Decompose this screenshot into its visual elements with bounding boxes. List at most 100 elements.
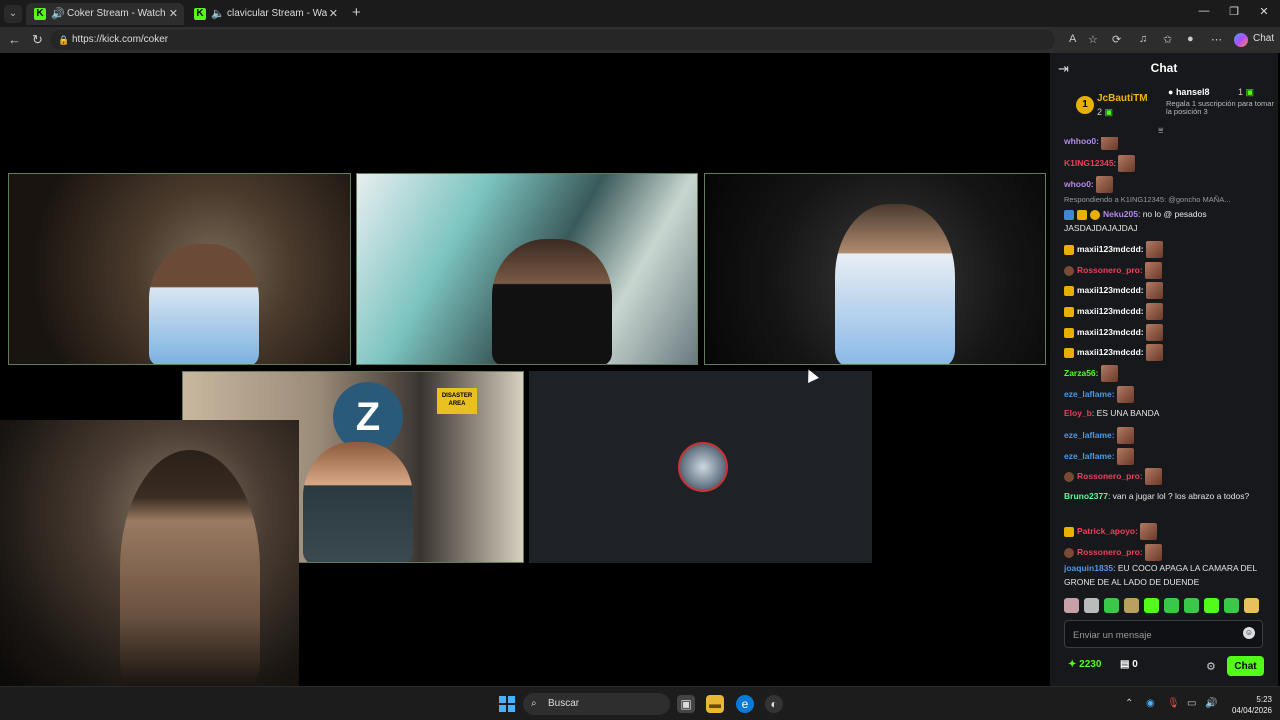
emote-icon bbox=[1144, 262, 1162, 279]
minimize-icon[interactable]: — bbox=[1189, 5, 1219, 17]
badge-icon bbox=[1064, 547, 1074, 558]
windows-start-icon[interactable] bbox=[499, 696, 515, 712]
profile-avatar-icon[interactable]: ● bbox=[1187, 33, 1194, 45]
emote-icon[interactable] bbox=[1244, 598, 1259, 613]
medal-badge-icon bbox=[1090, 209, 1100, 220]
system-clock[interactable]: 5:23 04/04/2026 bbox=[1226, 694, 1272, 716]
extensions-icon[interactable]: ⟳ bbox=[1112, 33, 1121, 46]
emote-icon bbox=[1116, 386, 1134, 403]
quick-emote-bar bbox=[1064, 598, 1269, 616]
chat-message: Bruno2377: van a jugar lol ? los abrazo … bbox=[1064, 491, 1250, 501]
emote-icon bbox=[1116, 448, 1134, 465]
crown-badge-icon bbox=[1064, 347, 1074, 358]
chat-message: eze_laflame: bbox=[1064, 386, 1269, 403]
crown-badge-icon bbox=[1064, 526, 1074, 537]
leader-name[interactable]: JcBautiTM bbox=[1097, 93, 1148, 104]
streamer-figure bbox=[492, 239, 612, 364]
emote-icon[interactable] bbox=[1204, 598, 1219, 613]
crown-badge-icon bbox=[1064, 244, 1074, 255]
chat-message: Rossonero_pro: bbox=[1064, 468, 1269, 485]
badge-icon bbox=[1064, 209, 1074, 220]
tab-bar: ⌄ K 🔊 Coker Stream - Watch Live on Kick … bbox=[0, 0, 1280, 27]
channel-points[interactable]: ✦ 2230 bbox=[1068, 659, 1101, 670]
badge-icon bbox=[1064, 265, 1074, 276]
emote-icon bbox=[1144, 544, 1162, 561]
emoji-icon[interactable]: ☺ bbox=[1243, 627, 1255, 639]
streamer-facecam bbox=[0, 420, 299, 686]
emote-icon bbox=[1139, 523, 1157, 540]
filter-icon[interactable]: ⩸ bbox=[1158, 125, 1163, 136]
address-bar-row: ← ↻ 🔒 https://kick.com/coker A ☆ ⟳ ♫ ✩ ●… bbox=[0, 27, 1280, 53]
restore-icon[interactable]: ❐ bbox=[1219, 5, 1249, 18]
camera-feed-2 bbox=[356, 173, 698, 365]
network-app-icon[interactable]: ◉ bbox=[1146, 698, 1155, 709]
media-icon[interactable]: ♫ bbox=[1139, 33, 1147, 45]
chat-message: whoo0: bbox=[1064, 176, 1269, 193]
second-name[interactable]: ● hansel8 bbox=[1168, 87, 1209, 97]
back-icon[interactable]: ← bbox=[8, 32, 21, 47]
show-hidden-icons-icon[interactable]: ⌃ bbox=[1125, 698, 1133, 709]
emote-icon[interactable] bbox=[1224, 598, 1239, 613]
file-explorer-icon[interactable]: ▬ bbox=[706, 695, 724, 713]
volume-icon[interactable]: 🔊 bbox=[1205, 698, 1217, 709]
emote-icon[interactable] bbox=[1124, 598, 1139, 613]
send-chat-button[interactable]: Chat bbox=[1227, 656, 1264, 676]
reply-context: Respondiendo a K1ING12345: @goncho MAÑA.… bbox=[1064, 195, 1231, 204]
emote-icon[interactable] bbox=[1104, 598, 1119, 613]
favorites-icon[interactable]: ✩ bbox=[1163, 33, 1172, 46]
read-aloud-icon[interactable]: A bbox=[1069, 33, 1076, 45]
new-tab-icon[interactable]: + bbox=[352, 4, 361, 21]
clock-date: 04/04/2026 bbox=[1231, 706, 1272, 715]
task-view-icon[interactable]: ▣ bbox=[677, 695, 695, 713]
copilot-icon[interactable] bbox=[1234, 33, 1248, 47]
chat-message: Rossonero_pro: bbox=[1064, 262, 1269, 279]
chat-message: Patrick_apoyo: bbox=[1064, 523, 1269, 540]
camera-feed-1 bbox=[8, 173, 351, 365]
emote-icon[interactable] bbox=[1084, 598, 1099, 613]
emote-icon bbox=[1145, 344, 1163, 361]
emote-icon[interactable] bbox=[1144, 598, 1159, 613]
tab-coker[interactable]: K 🔊 Coker Stream - Watch Live on Kick ✕ bbox=[26, 3, 184, 25]
taskbar-search[interactable]: ⌕ Buscar bbox=[523, 693, 670, 715]
close-tab-icon[interactable]: ✕ bbox=[169, 3, 178, 25]
streamer-figure bbox=[835, 204, 955, 364]
app-icon[interactable]: ◐ bbox=[765, 695, 783, 713]
emote-icon bbox=[1145, 241, 1163, 258]
emote-icon bbox=[1145, 324, 1163, 341]
kick-favicon-icon: K bbox=[194, 8, 206, 20]
url-field[interactable]: 🔒 https://kick.com/coker bbox=[50, 30, 1055, 50]
emote-icon[interactable] bbox=[1164, 598, 1179, 613]
refresh-icon[interactable]: ↻ bbox=[32, 32, 43, 48]
leader-count: 2 ▣ bbox=[1097, 107, 1114, 117]
emote-icon[interactable] bbox=[1184, 598, 1199, 613]
edge-browser-icon[interactable]: e bbox=[736, 695, 754, 713]
chat-input-box[interactable]: ☺ bbox=[1064, 620, 1263, 648]
lock-icon[interactable]: 🔒 bbox=[58, 30, 69, 50]
streamer-figure bbox=[303, 442, 413, 562]
chat-message: maxii123mdcdd: bbox=[1064, 303, 1269, 320]
speaker-muted-icon[interactable]: 🔈 bbox=[211, 3, 225, 25]
speaker-icon[interactable]: 🔊 bbox=[51, 3, 65, 25]
chat-message: maxii123mdcdd: bbox=[1064, 282, 1269, 299]
copilot-chat-label[interactable]: Chat bbox=[1253, 33, 1274, 44]
emote-icon bbox=[1145, 282, 1163, 299]
crown-badge-icon bbox=[1064, 306, 1074, 317]
emote-icon[interactable] bbox=[1064, 598, 1079, 613]
favorite-star-icon[interactable]: ☆ bbox=[1088, 33, 1098, 46]
microphone-icon[interactable]: 🎙 bbox=[1167, 698, 1180, 709]
gift-leaderboard: 1 JcBautiTM 2 ▣ ● hansel8 1 ▣ Regala 1 s… bbox=[1050, 83, 1278, 135]
wifi-icon[interactable]: ▭ bbox=[1187, 698, 1196, 709]
close-window-icon[interactable]: ✕ bbox=[1249, 5, 1279, 18]
tab-actions-menu-icon[interactable]: ⌄ bbox=[4, 5, 22, 23]
participant-avatar bbox=[678, 442, 728, 492]
close-tab-icon[interactable]: ✕ bbox=[329, 3, 338, 25]
gift-icon: ▣ bbox=[1104, 107, 1114, 117]
emote-icon bbox=[1100, 365, 1118, 382]
settings-gear-icon[interactable]: ⚙ bbox=[1206, 660, 1216, 673]
tab-clavicular[interactable]: K 🔈 clavicular Stream - Watch Live on Ki… bbox=[186, 3, 344, 25]
store-button[interactable]: ▤ 0 bbox=[1120, 659, 1138, 670]
chat-message-input[interactable] bbox=[1073, 626, 1238, 644]
chat-message: Rossonero_pro: bbox=[1064, 544, 1269, 561]
gift-icon: ▣ bbox=[1245, 87, 1255, 97]
more-options-icon[interactable]: ⋯ bbox=[1211, 33, 1222, 46]
